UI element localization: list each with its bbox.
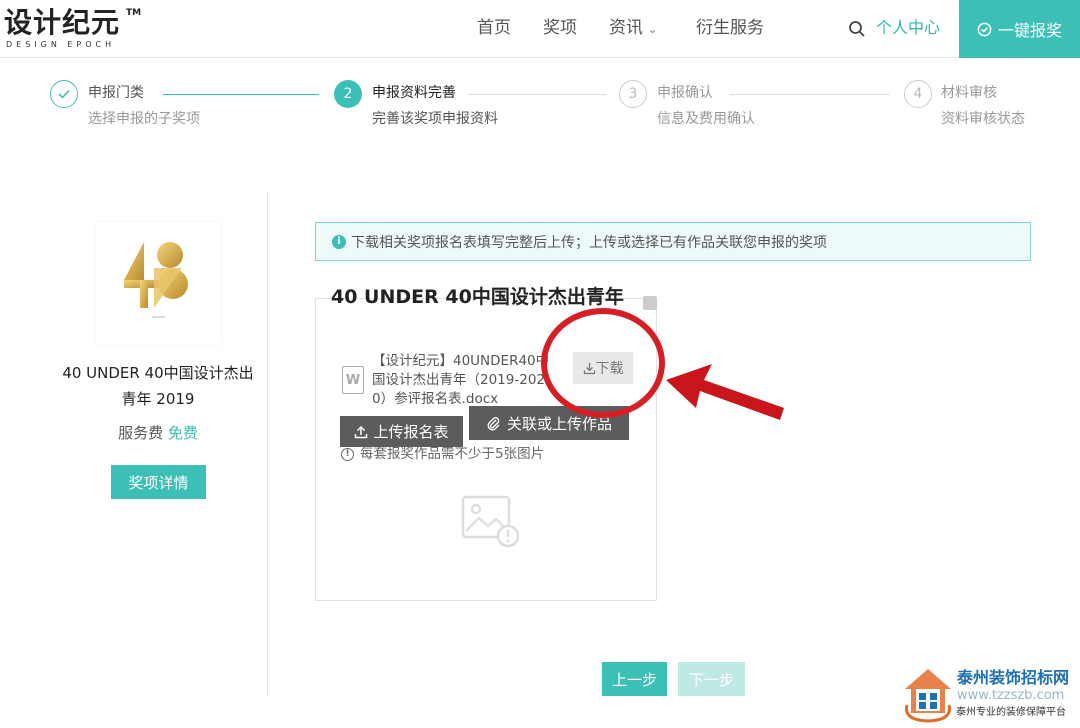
award-40under40-logo [124, 242, 188, 318]
step-3-number: 3 [619, 80, 647, 108]
notice-text: 下载相关奖项报名表填写完整后上传；上传或选择已有作品关联您申报的奖项 [351, 234, 827, 251]
step-4-title: 材料审核 [941, 85, 997, 101]
nav-services[interactable]: 衍生服务 [696, 16, 764, 40]
logo-subtitle: DESIGN EPOCH [6, 40, 116, 49]
step-4-number: 4 [904, 80, 932, 108]
site-logo[interactable]: 设计纪元 TM DESIGN EPOCH [4, 6, 154, 52]
next-step-button[interactable]: 下一步 [678, 662, 745, 696]
vertical-divider [267, 192, 268, 697]
upload-hint: ! 每套报奖作品需不少于5张图片 [341, 444, 544, 464]
fee-value: 免费 [167, 424, 198, 442]
form-file-name: 【设计纪元】40UNDER40中国设计杰出青年（2019-2020）参评报名表.… [372, 353, 550, 407]
watermark-house-logo [904, 669, 952, 723]
step-connector [730, 94, 890, 95]
step-3-desc: 信息及费用确认 [657, 111, 755, 127]
info-icon: i [332, 234, 346, 249]
previous-step-button[interactable]: 上一步 [602, 662, 667, 696]
nav-news[interactable]: 资讯 ⌄ [609, 16, 657, 42]
upload-button-label: 上传报名表 [373, 423, 449, 441]
step-3-title: 申报确认 [657, 85, 713, 101]
step-2-desc: 完善该奖项申报资料 [372, 111, 498, 127]
search-icon[interactable] [848, 20, 866, 38]
nav-awards[interactable]: 奖项 [543, 16, 577, 40]
red-arrow-annotation [666, 364, 784, 420]
logo-text: 设计纪元 [4, 6, 121, 39]
step-1-desc: 选择申报的子奖项 [88, 111, 200, 127]
step-4-desc: 资料审核状态 [941, 111, 1025, 127]
one-click-report-button[interactable]: 一键报奖 [959, 0, 1080, 58]
nav-news-label: 资讯 [609, 18, 643, 38]
logo-trademark: TM [126, 8, 142, 18]
chevron-down-icon: ⌄ [648, 23, 658, 36]
upload-form-button[interactable]: 上传报名表 [340, 416, 463, 447]
award-detail-button[interactable]: 奖项详情 [111, 465, 206, 499]
info-notice: i 下载相关奖项报名表填写完整后上传；上传或选择已有作品关联您申报的奖项 [315, 222, 1031, 261]
warning-icon: ! [341, 447, 354, 461]
upload-icon [355, 425, 368, 438]
word-file-icon: W [342, 366, 364, 394]
report-button-label: 一键报奖 [997, 21, 1062, 40]
watermark-url: www.tzzszb.com [957, 688, 1065, 703]
step-1-title: 申报门类 [88, 85, 144, 101]
award-poster-image [96, 222, 221, 345]
fee-label: 服务费 [118, 424, 164, 442]
image-placeholder-icon [461, 495, 520, 548]
award-name: 40 UNDER 40中国设计杰出青年 2019 [62, 364, 254, 408]
step-connector [163, 94, 319, 95]
paperclip-icon [487, 416, 500, 430]
step-2-number: 2 [334, 80, 362, 108]
step-2-title: 申报资料完善 [372, 85, 456, 101]
check-circle-icon [977, 22, 992, 36]
step-connector [468, 94, 606, 95]
service-fee: 服务费 免费 [60, 423, 256, 443]
watermark-site-name: 泰州装饰招标网 [957, 668, 1070, 687]
progress-steps: 申报门类 选择申报的子奖项 2 申报资料完善 完善该奖项申报资料 3 申报确认 … [0, 78, 1080, 158]
top-header: 设计纪元 TM DESIGN EPOCH 首页 奖项 资讯 ⌄ 衍生服务 个人中心… [0, 0, 1080, 58]
watermark-slogan: 泰州专业的装修保障平台 [956, 707, 1066, 718]
card-close-icon[interactable] [643, 296, 657, 310]
user-center-link[interactable]: 个人中心 [876, 16, 940, 40]
award-card-title: 40 UNDER 40中国设计杰出青年 [331, 286, 624, 308]
hint-text: 每套报奖作品需不少于5张图片 [360, 446, 545, 462]
step-1-check-icon [50, 80, 78, 108]
highlight-circle-annotation [541, 308, 665, 418]
nav-home[interactable]: 首页 [477, 16, 511, 40]
